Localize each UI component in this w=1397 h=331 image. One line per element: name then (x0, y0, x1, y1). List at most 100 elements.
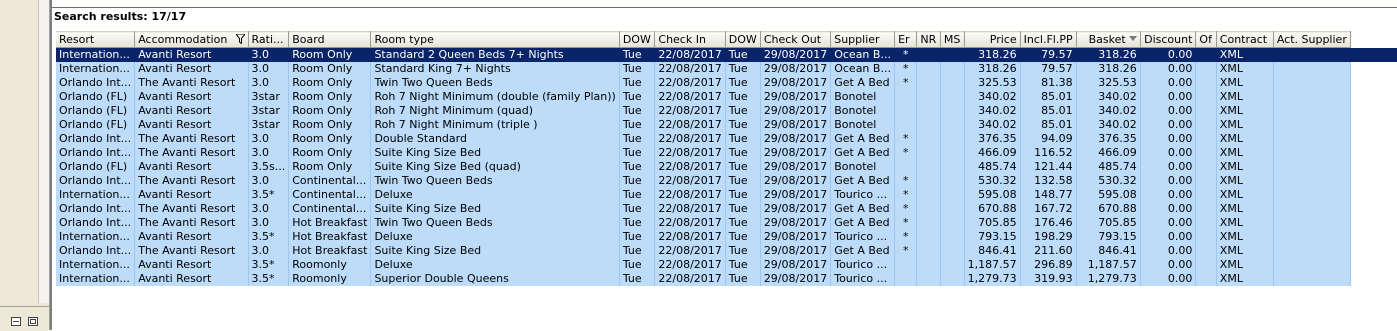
cell-incl-fl-pp: 167.72 (1020, 202, 1077, 216)
cell-contract: XML (1216, 76, 1274, 90)
table-row[interactable]: Orlando (FL) Avanti Resort 3.5s... Room Onl… (56, 160, 1397, 174)
column-header-supplier[interactable]: Supplier (830, 31, 896, 48)
table-row[interactable]: Internation... Avanti Resort 3.5* Roomonly S… (56, 272, 1397, 286)
cell-act-supplier (1273, 230, 1351, 244)
cell-incl-fl-pp: 132.58 (1020, 174, 1077, 188)
cell-discount: 0.00 (1140, 160, 1197, 174)
column-header-price[interactable]: Price (964, 31, 1021, 48)
row-filler (1350, 160, 1397, 174)
cell-contract: XML (1216, 258, 1274, 272)
cell-supplier: Get A Bed (830, 76, 896, 90)
column-header-basket[interactable]: Basket (1076, 31, 1141, 48)
cell-board: Room Only (288, 160, 372, 174)
row-filler (1350, 244, 1397, 258)
header-row: Resort Accommodation Rati... Board Room … (56, 31, 1397, 48)
table-row[interactable]: Orlando Int... The Avanti Resort 3.0 Room O… (56, 146, 1397, 160)
table-row[interactable]: Internation... Avanti Resort 3.5* Hot Break… (56, 230, 1397, 244)
table-row[interactable]: Orlando Int... The Avanti Resort 3.0 Contin… (56, 174, 1397, 188)
table-row[interactable]: Orlando (FL) Avanti Resort 3star Room Only R… (56, 104, 1397, 118)
cell-dow-in: Tue (619, 230, 656, 244)
cell-rating: 3.0 (248, 146, 290, 160)
cell-rating: 3.0 (248, 76, 290, 90)
cell-nr (916, 146, 941, 160)
cell-accommodation: Avanti Resort (134, 272, 249, 286)
column-header-discount[interactable]: Discount (1140, 31, 1197, 48)
column-header-accommodation[interactable]: Accommodation (134, 31, 249, 48)
cell-nr (916, 104, 941, 118)
column-label: Er (898, 33, 910, 46)
cell-dow-out: Tue (725, 258, 761, 272)
column-header-of[interactable]: Of (1195, 31, 1217, 48)
table-row[interactable]: Orlando (FL) Avanti Resort 3star Room Only R… (56, 118, 1397, 132)
cell-of (1195, 216, 1217, 230)
cell-room-type: Suite King Size Bed (370, 146, 620, 160)
cell-act-supplier (1273, 258, 1351, 272)
column-label: Supplier (834, 33, 880, 46)
cell-of (1195, 202, 1217, 216)
table-row[interactable]: Internation... Avanti Resort 3.5* Roomonly D… (56, 258, 1397, 272)
table-row[interactable]: Orlando Int... The Avanti Resort 3.0 Contin… (56, 202, 1397, 216)
cell-dow-out: Tue (725, 230, 761, 244)
cell-resort: Orlando Int... (56, 174, 136, 188)
cell-incl-fl-pp: 116.52 (1020, 146, 1077, 160)
cell-ms (940, 104, 965, 118)
cell-er: * (894, 76, 918, 90)
cell-of (1195, 258, 1217, 272)
column-header-check-in[interactable]: Check In (654, 31, 726, 48)
cell-dow-in: Tue (619, 174, 656, 188)
column-header-nr[interactable]: NR (916, 31, 941, 48)
cell-dow-out: Tue (725, 118, 761, 132)
cell-rating: 3.0 (248, 174, 290, 188)
cell-contract: XML (1216, 90, 1274, 104)
cell-rating: 3star (248, 90, 290, 104)
left-panel-scrollbar[interactable] (38, 0, 49, 303)
table-row[interactable]: Orlando Int... The Avanti Resort 3.0 Room O… (56, 76, 1397, 90)
table-row[interactable]: Orlando Int... The Avanti Resort 3.0 Hot Br… (56, 244, 1397, 258)
cell-of (1195, 76, 1217, 90)
column-header-dow-out[interactable]: DOW (725, 31, 761, 48)
column-header-ms[interactable]: MS (940, 31, 965, 48)
table-row[interactable]: Internation... Avanti Resort 3.0 Room Only S… (56, 62, 1397, 76)
cell-discount: 0.00 (1140, 230, 1197, 244)
cell-rating: 3.5* (248, 272, 290, 286)
table-row[interactable]: Orlando Int... The Avanti Resort 3.0 Hot Br… (56, 216, 1397, 230)
table-row[interactable]: Orlando (FL) Avanti Resort 3star Room Only R… (56, 90, 1397, 104)
cell-ms (940, 202, 965, 216)
cell-dow-out: Tue (725, 146, 761, 160)
cell-incl-fl-pp: 198.29 (1020, 230, 1077, 244)
column-header-check-out[interactable]: Check Out (760, 31, 832, 48)
cell-board: Room Only (288, 90, 372, 104)
cell-check-in: 22/08/2017 (654, 118, 726, 132)
cell-ms (940, 118, 965, 132)
cell-discount: 0.00 (1140, 132, 1197, 146)
cell-check-out: 29/08/2017 (760, 47, 832, 62)
column-header-contract[interactable]: Contract (1216, 31, 1274, 48)
column-header-rating[interactable]: Rati... (248, 31, 290, 48)
cell-accommodation: The Avanti Resort (134, 244, 249, 258)
restore-icon[interactable] (28, 317, 38, 326)
column-header-resort[interactable]: Resort (56, 31, 136, 48)
row-filler (1350, 174, 1397, 188)
cell-dow-in: Tue (619, 258, 656, 272)
table-row[interactable]: Orlando Int... The Avanti Resort 3.0 Room O… (56, 132, 1397, 146)
cell-supplier: Bonotel (830, 104, 896, 118)
cell-dow-out: Tue (725, 202, 761, 216)
table-row[interactable]: Internation... Avanti Resort 3.5* Continent… (56, 188, 1397, 202)
cell-rating: 3star (248, 104, 290, 118)
filter-icon[interactable] (235, 34, 245, 44)
cell-nr (916, 258, 941, 272)
column-header-incl-fl-pp[interactable]: Incl.Fl.PP (1020, 31, 1077, 48)
column-header-room-type[interactable]: Room type (370, 31, 620, 48)
column-header-er[interactable]: Er (894, 31, 918, 48)
cell-check-in: 22/08/2017 (654, 47, 726, 62)
cell-contract: XML (1216, 244, 1274, 258)
column-header-dow-in[interactable]: DOW (619, 31, 656, 48)
column-header-act-supplier[interactable]: Act. Supplier (1273, 31, 1351, 48)
top-strip (52, 0, 1397, 8)
cell-dow-out: Tue (725, 160, 761, 174)
table-row[interactable]: Internation... Avanti Resort 3.0 Room Only S… (56, 47, 1397, 62)
cell-dow-in: Tue (619, 118, 656, 132)
minimize-icon[interactable] (11, 317, 21, 326)
column-header-board[interactable]: Board (288, 31, 372, 48)
cell-of (1195, 160, 1217, 174)
